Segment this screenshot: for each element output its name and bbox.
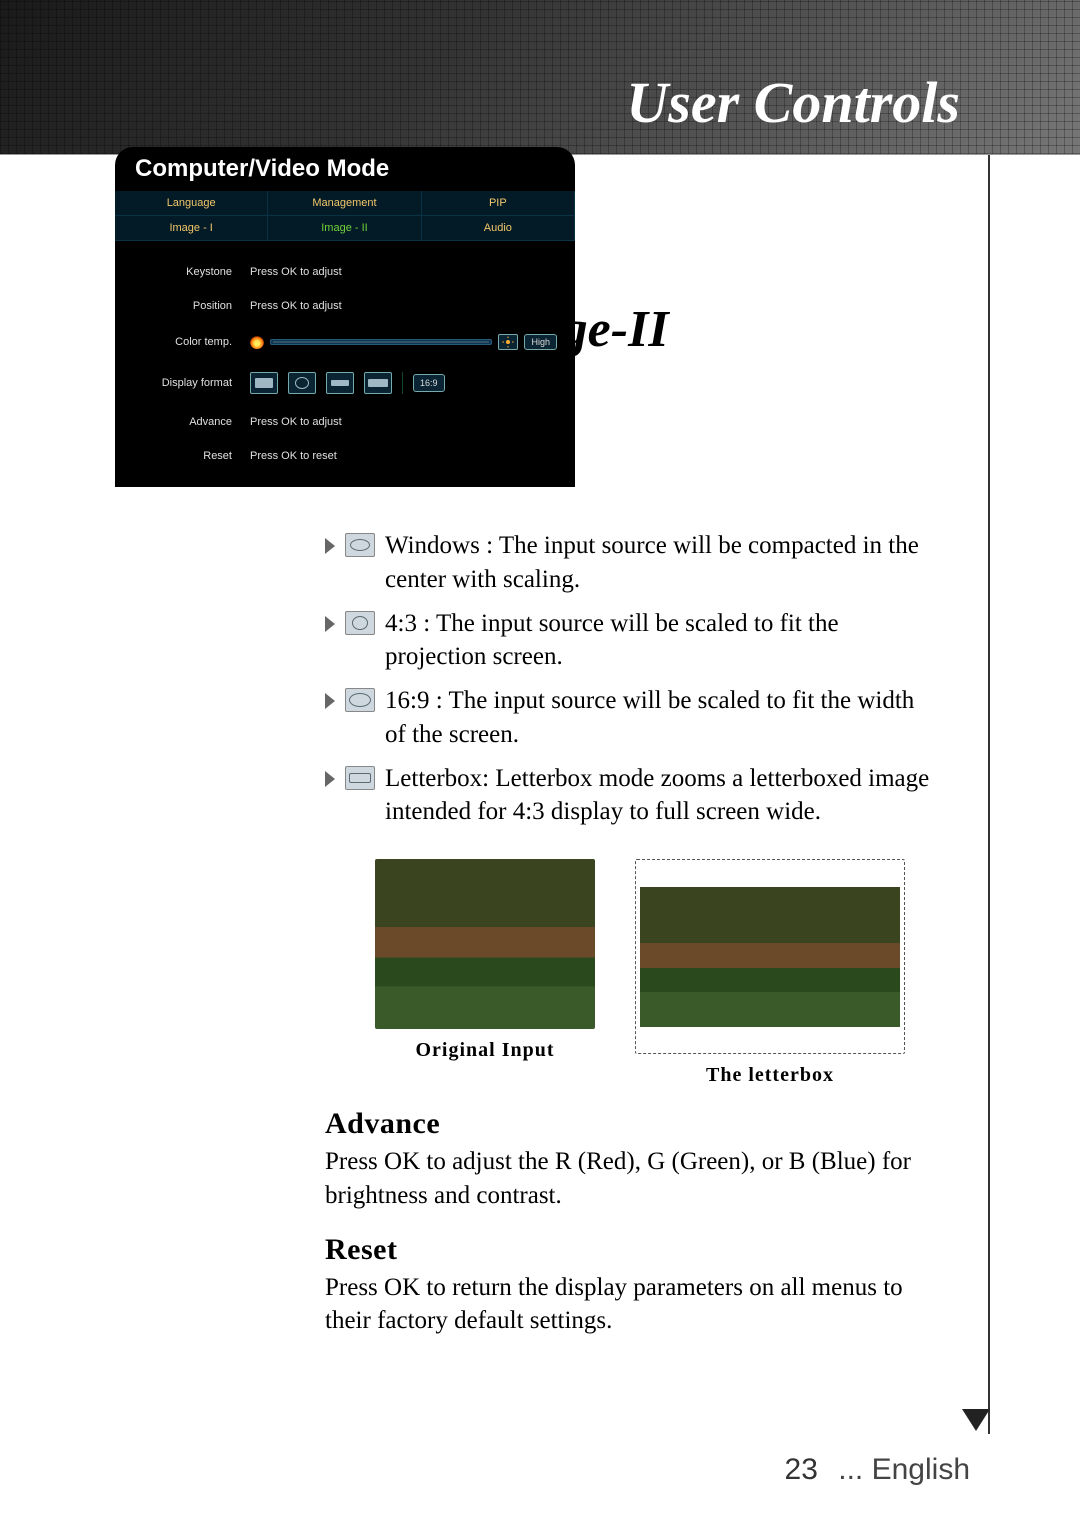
osd-value-advance[interactable]: Press OK to adjust: [250, 416, 557, 428]
bullet-arrow-icon: [325, 538, 335, 554]
osd-tab-image2[interactable]: Image - II: [268, 216, 421, 241]
bullet-43: 4:3 : The input source will be scaled to…: [325, 607, 940, 675]
sun-icon: [498, 334, 518, 350]
osd-value-keystone[interactable]: Press OK to adjust: [250, 266, 557, 278]
page-language: ... English: [838, 1453, 970, 1486]
text-advance: Press OK to adjust the R (Red), G (Green…: [325, 1145, 940, 1213]
bullet-arrow-icon: [325, 693, 335, 709]
heading-reset: Reset: [325, 1233, 960, 1267]
osd-displayformat-value: 16:9: [413, 374, 445, 392]
original-input-image: [375, 859, 595, 1029]
page-header-title: User Controls: [626, 69, 960, 136]
format-43-icon[interactable]: [288, 372, 316, 394]
osd-label-colortemp: Color temp.: [115, 336, 250, 348]
format-169-icon: [345, 688, 375, 712]
osd-label-advance: Advance: [115, 416, 250, 428]
example-images: Original Input The letterbox: [375, 859, 960, 1087]
bullet-arrow-icon: [325, 616, 335, 632]
osd-value-reset[interactable]: Press OK to reset: [250, 450, 557, 462]
osd-colortemp-value: High: [524, 334, 557, 350]
format-letterbox-icon: [345, 766, 375, 790]
caption-letterbox: The letterbox: [635, 1064, 905, 1087]
vertical-rule: [988, 155, 990, 1434]
format-letterbox-icon[interactable]: [364, 372, 392, 394]
letterbox-image: [635, 859, 905, 1054]
osd-colortemp-slider[interactable]: High: [250, 334, 557, 350]
osd-tab-pip[interactable]: PIP: [422, 191, 575, 216]
osd-value-position[interactable]: Press OK to adjust: [250, 300, 557, 312]
format-169-icon[interactable]: [326, 372, 354, 394]
osd-label-reset: Reset: [115, 450, 250, 462]
osd-label-displayformat: Display format: [115, 377, 250, 389]
bullet-169: 16:9 : The input source will be scaled t…: [325, 684, 940, 752]
bullet-windows: Windows : The input source will be compa…: [325, 529, 940, 597]
osd-tab-language[interactable]: Language: [115, 191, 268, 216]
page-footer: 23 ... English: [785, 1453, 970, 1487]
osd-tab-management[interactable]: Management: [268, 191, 421, 216]
format-windows-icon[interactable]: [250, 372, 278, 394]
osd-screenshot: Computer/Video Mode Language Management …: [115, 147, 575, 487]
header-band: User Controls: [0, 0, 1080, 155]
caption-original: Original Input: [375, 1039, 595, 1062]
flame-icon: [250, 335, 264, 349]
heading-advance: Advance: [325, 1107, 960, 1141]
format-windows-icon: [345, 533, 375, 557]
osd-title: Computer/Video Mode: [115, 147, 575, 191]
osd-tab-image1[interactable]: Image - I: [115, 216, 268, 241]
osd-label-keystone: Keystone: [115, 266, 250, 278]
bullet-letterbox: Letterbox: Letterbox mode zooms a letter…: [325, 762, 940, 830]
text-reset: Press OK to return the display parameter…: [325, 1271, 940, 1339]
page-number: 23: [785, 1453, 818, 1486]
osd-displayformat-options[interactable]: 16:9: [250, 372, 445, 394]
bullet-arrow-icon: [325, 771, 335, 787]
format-43-icon: [345, 611, 375, 635]
down-arrow-icon: [962, 1409, 990, 1431]
osd-label-position: Position: [115, 300, 250, 312]
osd-tab-audio[interactable]: Audio: [422, 216, 575, 241]
